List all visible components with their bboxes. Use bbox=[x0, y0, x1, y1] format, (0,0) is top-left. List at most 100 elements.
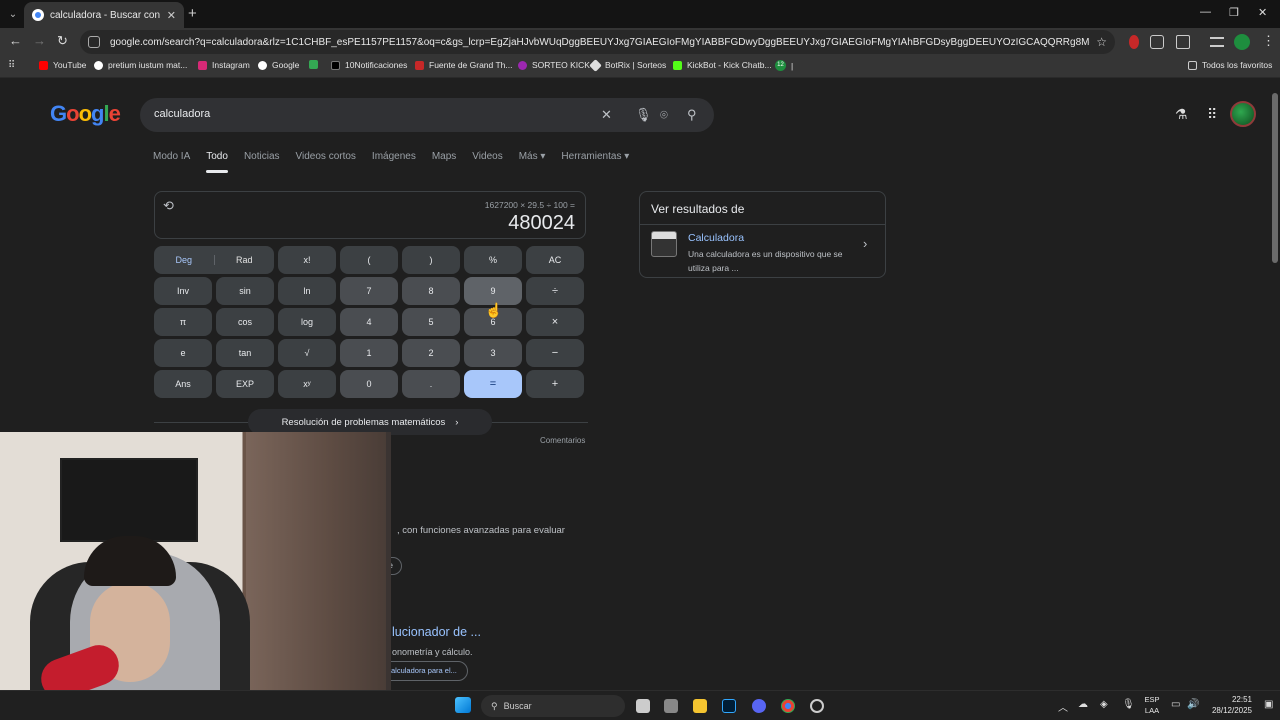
scrollbar-thumb[interactable] bbox=[1272, 93, 1278, 263]
notifications-icon[interactable]: ▣ bbox=[1264, 699, 1273, 710]
chrome-icon[interactable] bbox=[781, 699, 795, 713]
minimize-icon[interactable]: — bbox=[1200, 6, 1211, 18]
tab-videos[interactable]: Videos bbox=[472, 151, 502, 162]
rad-button[interactable]: Rad bbox=[215, 255, 275, 265]
forward-icon[interactable]: → bbox=[33, 33, 46, 48]
tan-button[interactable]: tan bbox=[216, 339, 274, 367]
digit-4-button[interactable]: 4 bbox=[340, 308, 398, 336]
search-icon[interactable]: ⚲ bbox=[687, 107, 697, 123]
log-button[interactable]: log bbox=[278, 308, 336, 336]
angle-mode-toggle[interactable]: Deg Rad bbox=[154, 246, 274, 274]
chevron-right-icon[interactable]: › bbox=[863, 236, 867, 251]
digit-3-button[interactable]: 3 bbox=[464, 339, 522, 367]
decimal-button[interactable]: . bbox=[402, 370, 460, 398]
file-explorer-icon[interactable] bbox=[693, 699, 707, 713]
digit-2-button[interactable]: 2 bbox=[402, 339, 460, 367]
sin-button[interactable]: sin bbox=[216, 277, 274, 305]
history-icon[interactable]: ⟲ bbox=[163, 198, 174, 214]
digit-5-button[interactable]: 5 bbox=[402, 308, 460, 336]
tab-noticias[interactable]: Noticias bbox=[244, 151, 280, 162]
browser-tab[interactable]: calculadora - Buscar con Googl ✕ bbox=[24, 2, 184, 28]
taskbar-search[interactable]: ⚲ Buscar bbox=[481, 695, 625, 717]
extension-icon[interactable] bbox=[1129, 35, 1139, 49]
app-icon[interactable] bbox=[664, 699, 678, 713]
url-text[interactable]: google.com/search?q=calculadora&rlz=1C1C… bbox=[110, 37, 1090, 48]
equals-button[interactable]: = bbox=[464, 370, 522, 398]
pi-button[interactable]: π bbox=[154, 308, 212, 336]
inv-button[interactable]: Inv bbox=[154, 277, 212, 305]
new-tab-icon[interactable]: + bbox=[188, 5, 197, 22]
digit-8-button[interactable]: 8 bbox=[402, 277, 460, 305]
onedrive-icon[interactable]: ☁ bbox=[1078, 699, 1088, 710]
open-paren-button[interactable]: ( bbox=[340, 246, 398, 274]
menu-dots-icon[interactable]: ⋮ bbox=[1262, 33, 1275, 49]
tray-app-icon[interactable]: ◈ bbox=[1100, 699, 1108, 710]
factorial-button[interactable]: x! bbox=[278, 246, 336, 274]
extensions-puzzle-icon[interactable] bbox=[1176, 35, 1190, 49]
google-logo[interactable]: Google bbox=[50, 101, 121, 127]
search-input[interactable]: calculadora bbox=[154, 108, 210, 120]
close-window-icon[interactable]: ✕ bbox=[1258, 6, 1267, 19]
tab-mas[interactable]: Más ▾ bbox=[519, 151, 546, 162]
language-indicator[interactable]: ESP LAA bbox=[1142, 694, 1162, 716]
bookmark-pretium[interactable]: pretium iustum mat... bbox=[94, 60, 187, 70]
address-bar[interactable]: google.com/search?q=calculadora&rlz=1C1C… bbox=[80, 30, 1115, 54]
apps-grid-icon[interactable]: ⠿ bbox=[1207, 106, 1217, 123]
voice-search-icon[interactable]: 🎙 bbox=[635, 107, 652, 123]
media-control-icon[interactable] bbox=[1210, 37, 1224, 47]
digit-0-button[interactable]: 0 bbox=[340, 370, 398, 398]
task-view-icon[interactable] bbox=[636, 699, 650, 713]
bookmark-badge[interactable]: 12 | bbox=[775, 60, 793, 71]
network-icon[interactable]: ▭ bbox=[1171, 699, 1180, 710]
power-button[interactable]: xʸ bbox=[278, 370, 336, 398]
back-icon[interactable]: ← bbox=[9, 33, 22, 48]
tab-imagenes[interactable]: Imágenes bbox=[372, 151, 416, 162]
app-icon[interactable] bbox=[810, 699, 824, 713]
digit-9-button[interactable]: 9 bbox=[464, 277, 522, 305]
tab-maps[interactable]: Maps bbox=[432, 151, 456, 162]
search-box[interactable]: calculadora ✕ 🎙 ⌾ ⚲ bbox=[140, 98, 714, 132]
reload-icon[interactable]: ↻ bbox=[57, 33, 68, 49]
ln-button[interactable]: ln bbox=[278, 277, 336, 305]
volume-icon[interactable]: 🔊 bbox=[1187, 699, 1199, 710]
tab-videos-cortos[interactable]: Videos cortos bbox=[296, 151, 356, 162]
calculator-thumbnail[interactable] bbox=[651, 231, 677, 257]
discord-icon[interactable] bbox=[752, 699, 766, 713]
close-paren-button[interactable]: ) bbox=[402, 246, 460, 274]
tab-search-icon[interactable]: ⌄ bbox=[4, 5, 22, 23]
all-clear-button[interactable]: AC bbox=[526, 246, 584, 274]
digit-7-button[interactable]: 7 bbox=[340, 277, 398, 305]
clock[interactable]: 22:51 28/12/2025 bbox=[1208, 694, 1252, 716]
minus-button[interactable]: − bbox=[526, 339, 584, 367]
feedback-link[interactable]: Comentarios bbox=[540, 436, 585, 445]
bookmark-fuente[interactable]: Fuente de Grand Th... bbox=[415, 60, 512, 70]
result-title-link[interactable]: lucionador de ... bbox=[392, 625, 481, 639]
bookmark-x[interactable]: 10Notificaciones bbox=[331, 60, 407, 70]
apps-grid-icon[interactable]: ⠿ bbox=[8, 60, 15, 71]
tab-todo[interactable]: Todo bbox=[206, 151, 228, 173]
cos-button[interactable]: cos bbox=[216, 308, 274, 336]
tab-close-icon[interactable]: ✕ bbox=[167, 9, 176, 22]
tray-overflow-icon[interactable]: ︿ bbox=[1058, 699, 1068, 714]
windows-start-icon[interactable] bbox=[455, 697, 471, 713]
exp-button[interactable]: EXP bbox=[216, 370, 274, 398]
bookmark-star-icon[interactable]: ☆ bbox=[1096, 35, 1107, 49]
bookmark-sorteo[interactable]: SORTEO KICK bbox=[518, 60, 590, 70]
tab-herramientas[interactable]: Herramientas ▾ bbox=[561, 151, 629, 162]
result-chip[interactable]: alculadora para el... bbox=[380, 661, 468, 681]
scrollbar[interactable] bbox=[1270, 79, 1280, 690]
clear-icon[interactable]: ✕ bbox=[601, 107, 612, 123]
bookmark-google[interactable]: Google bbox=[258, 60, 299, 70]
divide-button[interactable]: ÷ bbox=[526, 277, 584, 305]
bookmark-instagram[interactable]: Instagram bbox=[198, 60, 250, 70]
all-bookmarks[interactable]: Todos los favoritos bbox=[1188, 60, 1272, 70]
ans-button[interactable]: Ans bbox=[154, 370, 212, 398]
bookmark-kickbot[interactable]: KickBot - Kick Chatb... bbox=[673, 60, 772, 70]
percent-button[interactable]: % bbox=[464, 246, 522, 274]
digit-1-button[interactable]: 1 bbox=[340, 339, 398, 367]
restore-icon[interactable]: ❐ bbox=[1229, 6, 1239, 19]
avatar[interactable] bbox=[1230, 101, 1256, 127]
site-info-icon[interactable] bbox=[88, 36, 100, 48]
tab-modo-ia[interactable]: Modo IA bbox=[153, 151, 190, 162]
deg-button[interactable]: Deg bbox=[154, 255, 215, 265]
